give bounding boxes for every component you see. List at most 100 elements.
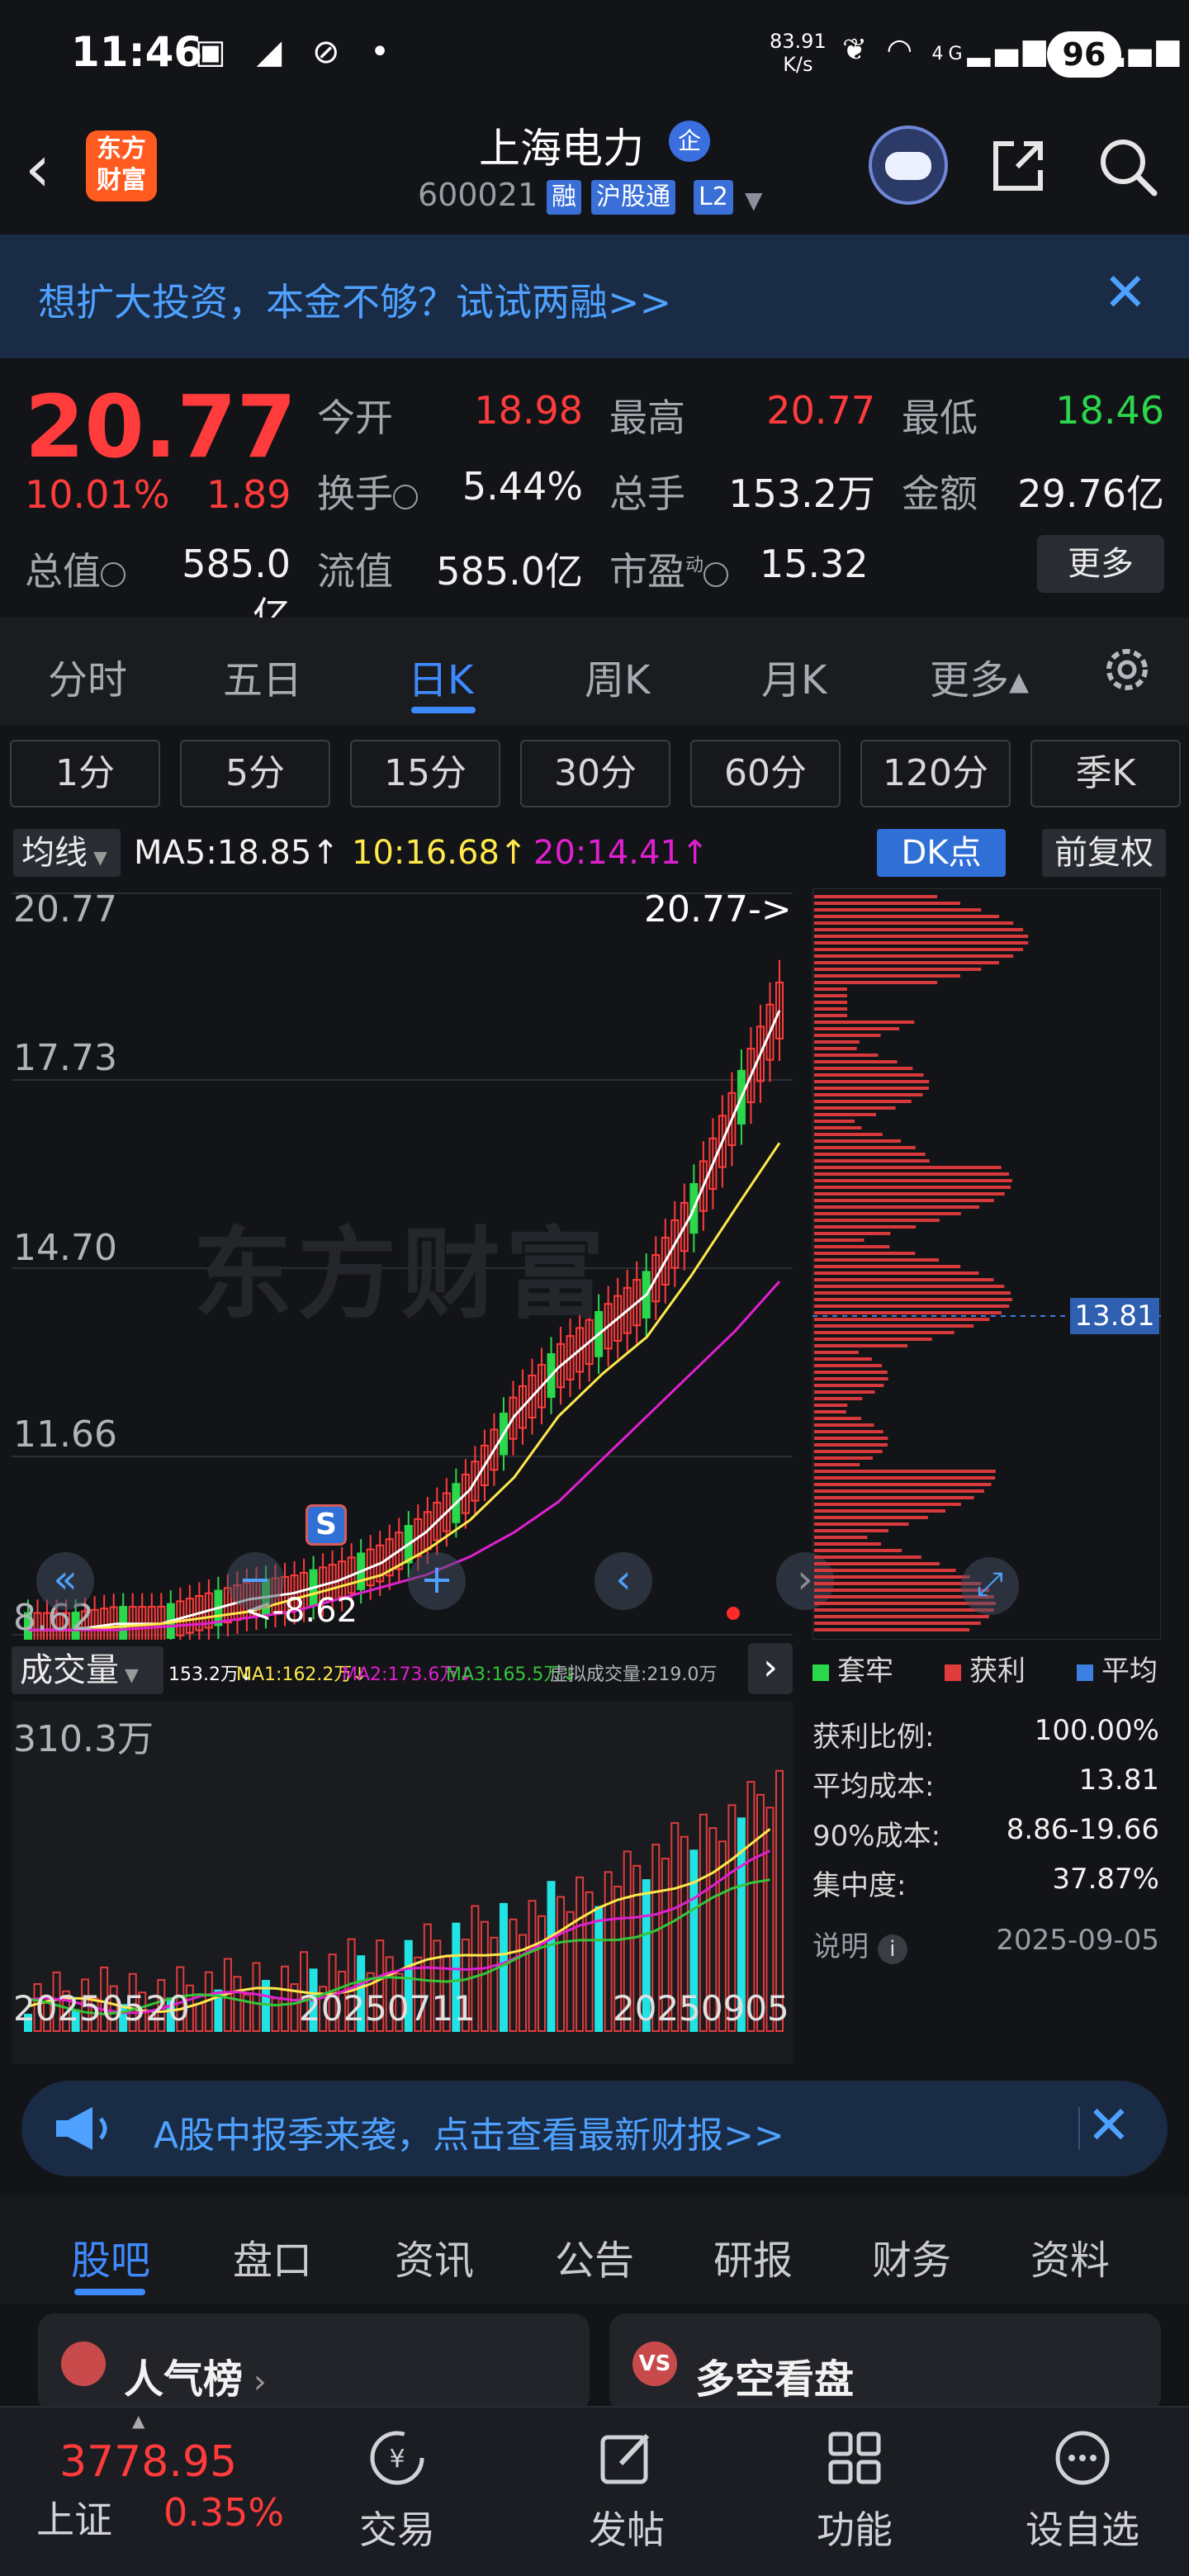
network-speed: 83.91 K/s — [770, 30, 827, 76]
info-icon[interactable] — [101, 561, 126, 587]
chip-bar — [814, 1001, 847, 1004]
back-arrow-icon[interactable]: ‹ — [25, 132, 50, 206]
index-change[interactable]: 0.35% — [163, 2490, 284, 2535]
rewind-icon[interactable]: « — [36, 1552, 94, 1610]
index-name[interactable]: 上证 — [36, 2490, 112, 2545]
chevron-right-icon[interactable]: › — [748, 1643, 793, 1694]
float-label: 流值 — [317, 549, 393, 594]
tab-profile[interactable]: 资料 — [1030, 2228, 1110, 2285]
amount-value: 29.76亿 — [1017, 471, 1164, 516]
chip-bar — [814, 1344, 908, 1347]
volume-chart[interactable]: 310.3万 20250520 20250711 20250905 — [12, 1701, 793, 2064]
profit-ratio-value: 100.00% — [1034, 1714, 1159, 1747]
notice-text[interactable]: A股中报季来袭，点击查看最新财报>> — [154, 2105, 784, 2158]
chip-bar — [814, 1146, 916, 1149]
caret-down-icon[interactable]: ▼ — [745, 187, 763, 214]
tab-news[interactable]: 资讯 — [395, 2228, 474, 2285]
zoom-in-icon[interactable]: + — [408, 1552, 466, 1610]
chip-bar — [814, 987, 847, 991]
margin-trading-banner[interactable]: 想扩大投资，本金不够？试试两融>> ✕ — [0, 234, 1189, 358]
period-quarter-button[interactable]: 季K — [1030, 740, 1181, 807]
bottom-nav: ▲ 3778.95 上证 0.35% ¥ 交易 发帖 功能 设自选 — [0, 2406, 1189, 2576]
change-percent: 10.01% — [25, 472, 170, 517]
expand-icon[interactable]: ⤢ — [961, 1557, 1019, 1615]
tab-financials[interactable]: 财务 — [872, 2228, 951, 2285]
ma20-value: 20:14.41↑ — [533, 834, 709, 872]
close-icon[interactable]: ✕ — [1087, 2095, 1131, 2157]
more-button[interactable]: 更多 — [1037, 535, 1164, 593]
nav-post[interactable]: 发帖 — [565, 2427, 689, 2555]
robot-assistant-icon[interactable] — [869, 125, 948, 205]
nav-trade[interactable]: ¥ 交易 — [335, 2427, 459, 2555]
zoom-out-icon[interactable]: − — [226, 1552, 284, 1610]
chip-bar — [814, 961, 1000, 964]
long-short-card[interactable]: VS 多空看盘 — [609, 2313, 1161, 2413]
nav-watchlist[interactable]: 设自选 — [1021, 2427, 1144, 2555]
period-30min-button[interactable]: 30分 — [520, 740, 670, 807]
chip-bar — [814, 1080, 930, 1083]
explain-label[interactable]: 说明 i — [812, 1924, 907, 1964]
tab-announcements[interactable]: 公告 — [555, 2228, 634, 2285]
period-1min-button[interactable]: 1分 — [10, 740, 160, 807]
scroll-left-icon[interactable]: ‹ — [594, 1552, 652, 1610]
volume-value: 153.2万 — [728, 471, 875, 516]
banner-text[interactable]: 想扩大投资，本金不够？试试两融>> — [38, 272, 671, 327]
chip-bar — [814, 1034, 881, 1037]
nav-functions[interactable]: 功能 — [793, 2427, 917, 2555]
tab-weekly-k[interactable]: 周K — [585, 647, 650, 705]
tab-guba[interactable]: 股吧 — [71, 2228, 150, 2285]
chip-bar — [814, 954, 1014, 958]
chip-bar — [814, 902, 960, 905]
stock-name: 上海电力 — [479, 125, 644, 173]
more-dots-icon — [1055, 2431, 1110, 2485]
tab-daily-k[interactable]: 日K — [408, 647, 473, 705]
chip-bar — [814, 1113, 877, 1116]
info-icon[interactable] — [703, 561, 729, 587]
chip-bar — [814, 974, 960, 978]
index-value[interactable]: 3778.95 — [59, 2437, 237, 2487]
chip-bar — [814, 1265, 961, 1268]
dk-point-button[interactable]: DK点 — [877, 829, 1006, 877]
tab-research[interactable]: 研报 — [713, 2228, 793, 2285]
tab-five-day[interactable]: 五日 — [223, 647, 302, 705]
period-60min-button[interactable]: 60分 — [690, 740, 841, 807]
period-120min-button[interactable]: 120分 — [860, 740, 1011, 807]
chip-bar — [814, 1192, 1005, 1196]
gear-icon[interactable] — [1098, 641, 1156, 698]
chip-bar — [814, 1120, 855, 1123]
ma-selector[interactable]: 均线 ▼ — [13, 829, 121, 877]
info-icon[interactable] — [393, 484, 418, 509]
chip-bar — [814, 1067, 913, 1070]
volume-selector[interactable]: 成交量 ▼ — [12, 1646, 163, 1694]
sell-signal-marker[interactable]: S — [306, 1504, 347, 1546]
adjust-button[interactable]: 前复权 — [1042, 829, 1166, 877]
chip-bar — [814, 1503, 961, 1506]
chip-bar — [814, 1569, 956, 1572]
chip-bar — [814, 1298, 1012, 1301]
chip-bar — [814, 895, 938, 898]
avg-cost-stat-label: 平均成本: — [812, 1770, 935, 1803]
period-15min-button[interactable]: 15分 — [350, 740, 500, 807]
tab-intraday[interactable]: 分时 — [48, 647, 127, 705]
tab-monthly-k[interactable]: 月K — [761, 647, 827, 705]
earnings-notice[interactable]: A股中报季来袭，点击查看最新财报>> ✕ — [21, 2081, 1168, 2176]
cost90-value: 8.86-19.66 — [1006, 1813, 1159, 1846]
popularity-card[interactable]: 人气榜 › — [38, 2313, 590, 2413]
search-icon[interactable] — [1097, 135, 1159, 198]
chip-distribution-chart[interactable]: 13.81 ⤢ — [812, 888, 1161, 1640]
period-5min-button[interactable]: 5分 — [180, 740, 330, 807]
tab-more[interactable]: 更多▴ — [930, 647, 1029, 705]
close-icon[interactable]: ✕ — [1103, 263, 1148, 324]
volume-max-label: 310.3万 — [13, 1718, 154, 1760]
nav-functions-label: 功能 — [817, 2507, 893, 2552]
chip-bar — [814, 1258, 940, 1262]
chip-bar — [814, 1133, 883, 1136]
info-icon[interactable]: i — [877, 1934, 907, 1964]
chip-bar — [814, 1384, 884, 1387]
kline-chart[interactable]: 东方财富 20.77 17.73 14.70 11.66 8.62 20.77-… — [12, 888, 834, 1640]
chip-bar — [814, 1219, 940, 1222]
tab-pankou[interactable]: 盘口 — [233, 2228, 312, 2285]
notice-divider — [1078, 2107, 1080, 2150]
legend-profit: 获利 — [945, 1648, 1026, 1688]
share-icon[interactable] — [989, 137, 1047, 195]
